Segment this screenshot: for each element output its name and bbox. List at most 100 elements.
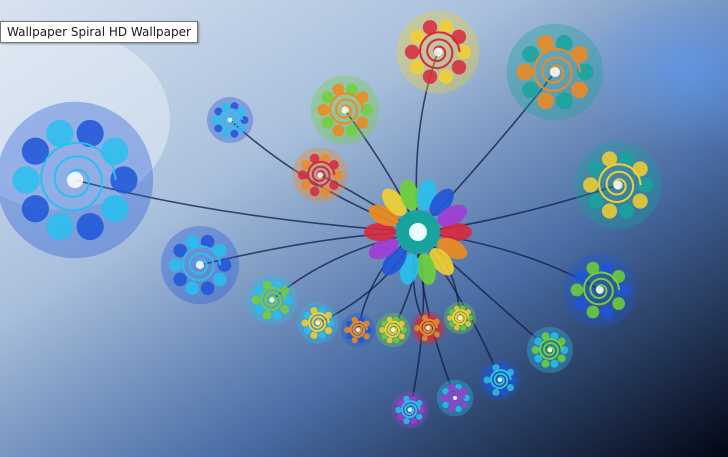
spiral-petal [318, 331, 326, 339]
spiral-petal [46, 212, 74, 241]
spiral-petal [455, 405, 462, 413]
spiral-petal [200, 281, 215, 296]
spiral-petal [612, 270, 626, 283]
spiral-petal [356, 116, 369, 129]
spiral-petal [414, 325, 421, 331]
spiral-petal [332, 124, 345, 137]
spiral-petal [632, 161, 648, 177]
spiral-petal [395, 406, 402, 414]
spiral-petal [410, 417, 417, 425]
spiral-flower [160, 225, 240, 305]
spiral-center [458, 316, 462, 320]
spiral-petal [386, 337, 393, 344]
spiral-petal [272, 310, 282, 320]
spiral-petal [324, 327, 333, 335]
spiral-petal [301, 319, 309, 327]
spiral-petal [254, 304, 264, 314]
spiral-petal [358, 337, 365, 344]
spiral-flower [506, 23, 604, 121]
spiral-petal [428, 335, 435, 342]
spiral-flower [563, 253, 637, 327]
spiral-petal [570, 283, 584, 297]
image-title-tooltip: Wallpaper Spiral HD Wallpaper [0, 21, 198, 43]
spiral-petal [500, 388, 508, 396]
spiral-petal [329, 180, 339, 190]
spiral-petal [329, 160, 339, 170]
spiral-petal [213, 243, 227, 258]
spiral-flower [443, 301, 477, 335]
spiral-petal [356, 91, 369, 104]
spiral-flower [207, 97, 253, 143]
spiral-center [356, 328, 360, 332]
spiral-flower [479, 359, 521, 401]
spiral-petal [451, 29, 467, 44]
spiral-flower [340, 312, 376, 348]
spiral-center [408, 408, 412, 412]
spiral-petal [612, 297, 626, 310]
spiral-center [227, 117, 233, 123]
spiral-flower [574, 141, 662, 229]
spiral-petal [309, 186, 320, 197]
spiral-petal [76, 212, 104, 241]
spiral-flower [0, 101, 154, 259]
spiral-petal [440, 394, 447, 402]
spiral-flower [292, 147, 348, 203]
spiral-petal [586, 305, 600, 319]
spiral-petal [416, 413, 423, 420]
spiral-petal [280, 304, 290, 314]
spiral-petal [21, 195, 49, 223]
spiral-petal [571, 81, 588, 99]
spiral-petal [345, 124, 358, 137]
spiral-petal [262, 310, 272, 320]
spiral-flower [246, 274, 298, 326]
spiral-center [547, 347, 553, 353]
spiral-petal [344, 327, 351, 333]
spiral-petal [393, 337, 400, 344]
spiral-petal [320, 186, 331, 197]
spiral-petal [537, 92, 555, 110]
spiral-flower [310, 75, 380, 145]
spiral-flower [396, 10, 480, 94]
spiral-center [315, 320, 321, 326]
core-center [409, 223, 427, 241]
spiral-petal [438, 69, 454, 84]
wallpaper-image [0, 0, 728, 457]
spiral-petal [601, 203, 618, 219]
spiral-petal [492, 388, 500, 396]
spiral-flower [391, 391, 429, 429]
spiral-petal [185, 281, 200, 296]
spiral-flower [527, 327, 573, 373]
spiral-petal [101, 195, 129, 223]
spiral-petal [237, 124, 246, 133]
spiral-center [269, 297, 275, 303]
spiral-petal [555, 92, 573, 110]
spiral-petal [321, 116, 334, 129]
spiral-petal [301, 180, 311, 190]
spiral-center [549, 66, 561, 78]
spiral-petal [600, 305, 614, 319]
spiral-petal [506, 384, 515, 392]
spiral-petal [433, 331, 440, 338]
spiral-center [317, 172, 323, 178]
spiral-petal [557, 354, 566, 363]
spiral-petal [550, 359, 559, 368]
spiral-petal [447, 315, 453, 321]
spiral-center [195, 260, 205, 270]
spiral-petal [213, 272, 227, 287]
spiral-petal [230, 129, 239, 138]
spiral-center [341, 106, 349, 114]
spiral-center [453, 396, 457, 400]
spiral-center [66, 171, 84, 189]
spiral-flower [436, 379, 474, 417]
spiral-petal [12, 166, 40, 194]
spiral-petal [448, 405, 455, 413]
spiral-petal [101, 137, 129, 165]
spiral-petal [454, 324, 460, 331]
spiral-petal [297, 170, 308, 180]
spiral-petal [461, 401, 468, 408]
spiral-petal [574, 297, 588, 310]
spiral-petal [421, 335, 428, 342]
spiral-petal [516, 63, 534, 81]
spiral-petal [571, 45, 588, 63]
spiral-petal [541, 359, 550, 368]
